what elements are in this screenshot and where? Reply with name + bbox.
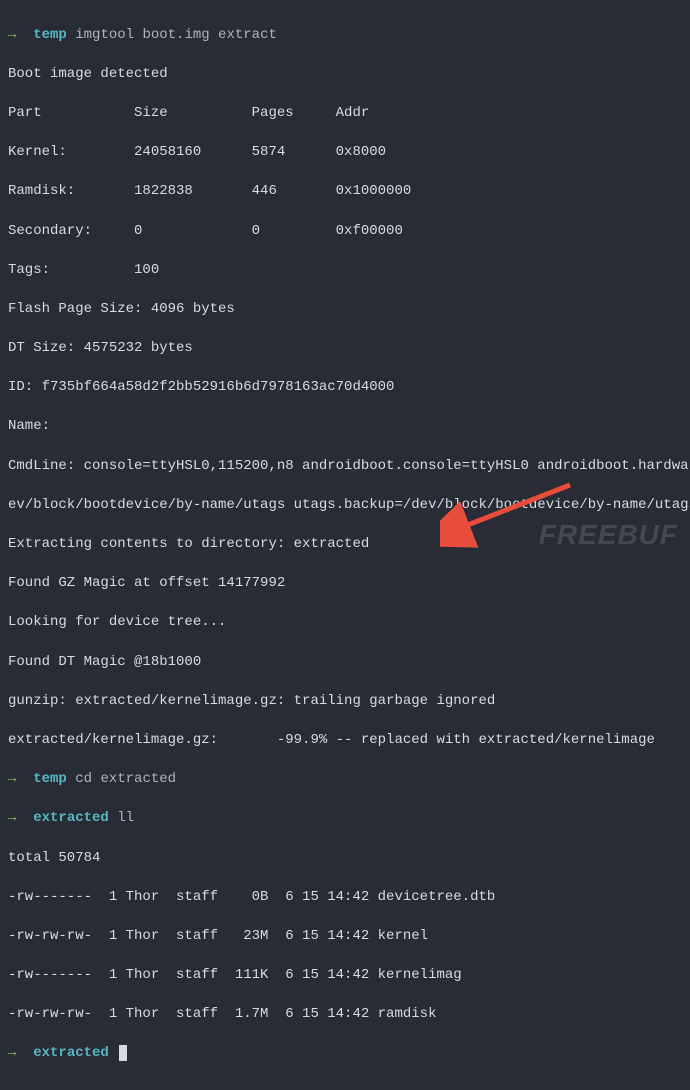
output-line: ID: f735bf664a58d2f2bb52916b6d7978163ac7… [8, 378, 682, 398]
prompt-arrow: → [8, 1045, 16, 1061]
output-line: Looking for device tree... [8, 613, 682, 633]
output-line: Secondary: 0 0 0xf00000 [8, 222, 682, 242]
output-line: Name: [8, 417, 682, 437]
output-line: extracted/kernelimage.gz: -99.9% -- repl… [8, 731, 682, 751]
prompt-line: → extracted [8, 1044, 682, 1064]
output-line: -rw------- 1 Thor staff 111K 6 15 14:42 … [8, 966, 682, 986]
prompt-line: → temp cd extracted [8, 770, 682, 790]
prompt-dir: extracted [33, 1045, 109, 1061]
output-line: -rw-rw-rw- 1 Thor staff 1.7M 6 15 14:42 … [8, 1005, 682, 1025]
output-line: Found DT Magic @18b1000 [8, 653, 682, 673]
output-line: Ramdisk: 1822838 446 0x1000000 [8, 182, 682, 202]
command-text: ll [117, 810, 134, 826]
output-line: -rw-rw-rw- 1 Thor staff 23M 6 15 14:42 k… [8, 927, 682, 947]
output-line: Found GZ Magic at offset 14177992 [8, 574, 682, 594]
command-text: cd extracted [75, 771, 176, 787]
prompt-line: → temp imgtool boot.img extract [8, 26, 682, 46]
command-text: imgtool boot.img extract [75, 27, 277, 43]
output-line: CmdLine: console=ttyHSL0,115200,n8 andro… [8, 457, 682, 477]
prompt-arrow: → [8, 27, 16, 43]
output-line: Boot image detected [8, 65, 682, 85]
output-line: -rw------- 1 Thor staff 0B 6 15 14:42 de… [8, 888, 682, 908]
prompt-dir: extracted [33, 810, 109, 826]
output-line: Kernel: 24058160 5874 0x8000 [8, 143, 682, 163]
output-line: Part Size Pages Addr [8, 104, 682, 124]
prompt-dir: temp [33, 771, 67, 787]
prompt-arrow: → [8, 810, 16, 826]
prompt-dir: temp [33, 27, 67, 43]
terminal-output[interactable]: → temp imgtool boot.img extract Boot ima… [0, 0, 690, 1090]
cursor-icon [119, 1045, 127, 1061]
output-line: gunzip: extracted/kernelimage.gz: traili… [8, 692, 682, 712]
output-line: total 50784 [8, 849, 682, 869]
prompt-line: → extracted ll [8, 809, 682, 829]
output-line: DT Size: 4575232 bytes [8, 339, 682, 359]
output-line: Extracting contents to directory: extrac… [8, 535, 682, 555]
output-line: Flash Page Size: 4096 bytes [8, 300, 682, 320]
output-line: Tags: 100 [8, 261, 682, 281]
output-line: ev/block/bootdevice/by-name/utags utags.… [8, 496, 682, 516]
prompt-arrow: → [8, 771, 16, 787]
